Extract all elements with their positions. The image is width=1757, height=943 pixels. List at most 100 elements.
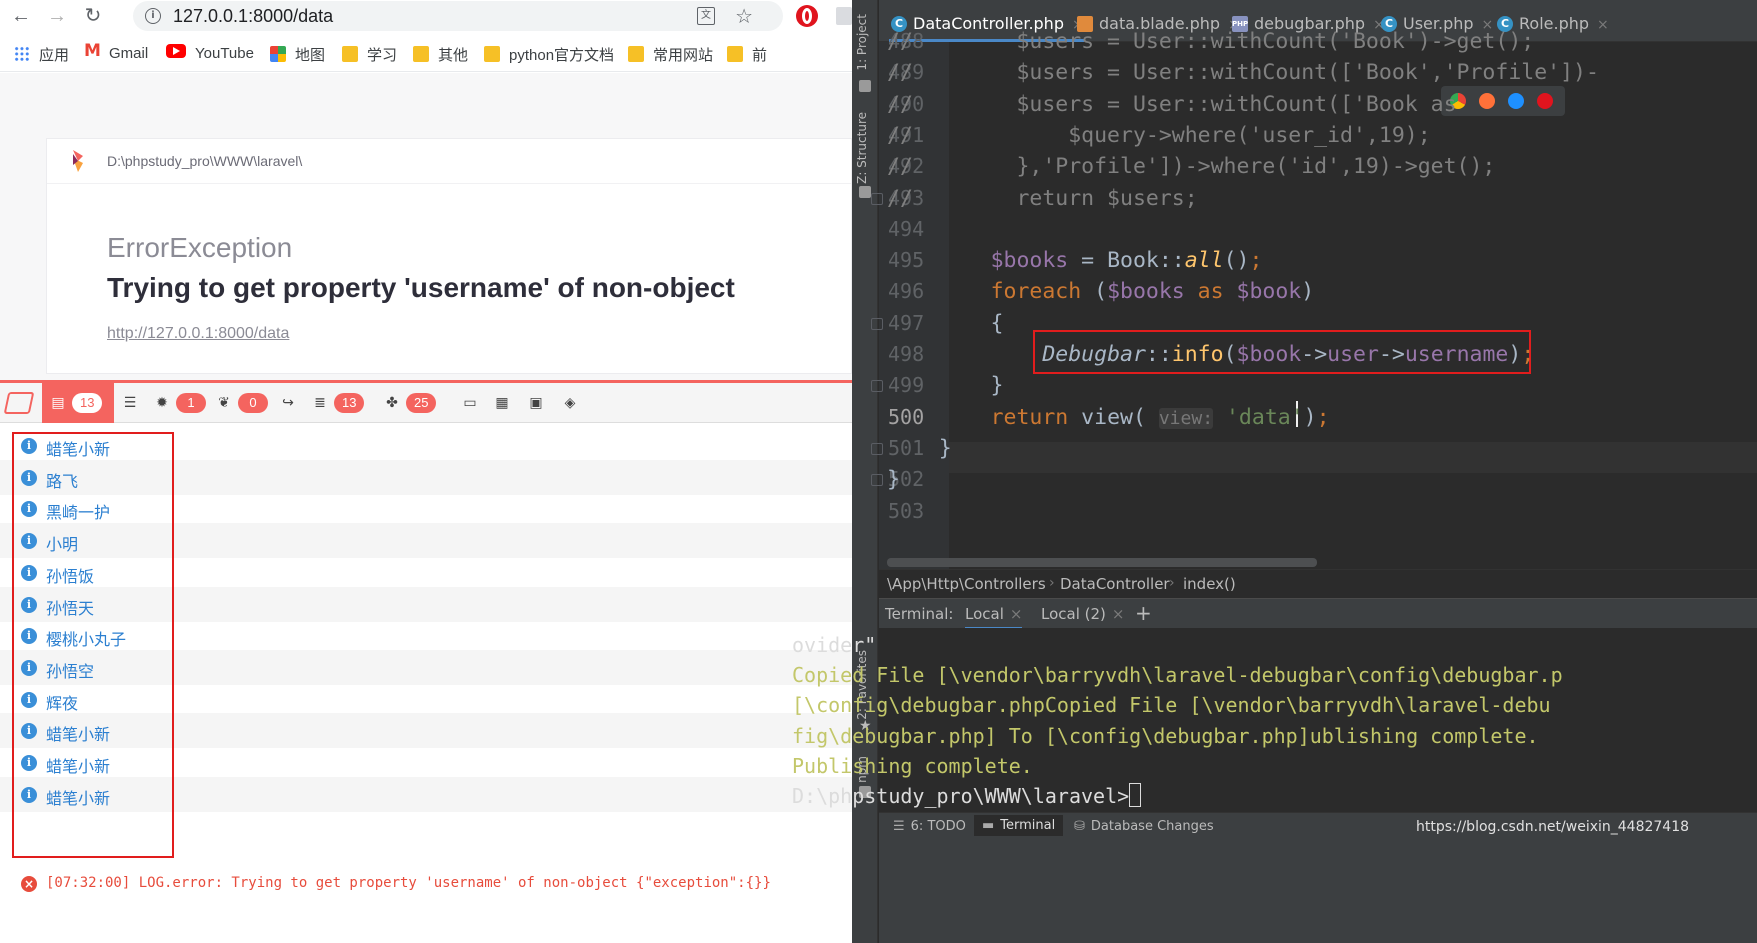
ignition-logo-icon [73, 150, 83, 172]
back-arrow-icon[interactable]: ← [8, 3, 34, 29]
folder-icon [628, 46, 644, 62]
tab-request[interactable]: ▦ [486, 383, 518, 423]
terminal-tab-label: Local [965, 605, 1004, 623]
terminal-tab-local-2[interactable]: Local (2) × [1041, 605, 1124, 623]
fold-marker-icon[interactable] [871, 192, 883, 205]
breadcrumb-namespace[interactable]: \App\Http\Controllers [887, 575, 1046, 593]
side-tab-structure[interactable]: Z: Structure [855, 112, 869, 184]
tab-mails[interactable]: ▭ [454, 383, 486, 423]
code-token: $books [990, 248, 1069, 274]
bookmark-label: 前 [752, 47, 768, 64]
bookmark-label: YouTube [195, 45, 254, 62]
close-icon[interactable]: × [1112, 605, 1125, 623]
terminal-tab-local[interactable]: Local × [965, 605, 1023, 630]
bookmark-youtube[interactable]: YouTube [166, 44, 254, 64]
code-line: // return $users; [887, 183, 1198, 214]
bookmark-folder-python[interactable]: python官方文档 [484, 44, 614, 64]
code-token: -> [1378, 342, 1405, 367]
code-token: info [1171, 342, 1224, 367]
debugbar-toolbar: ▤ 13 ☰ ✹ 1 ❦ 0 ↪ ≣ 13 ✤ 25 ▭ ▦ ▣ ◈ [0, 383, 852, 423]
bookmark-folder-other[interactable]: 其他 [413, 44, 468, 64]
tab-exceptions[interactable]: ✹ 1 [146, 383, 214, 423]
chevron-right-icon: › [1169, 575, 1175, 591]
bookmark-maps[interactable]: 地图 [270, 44, 325, 64]
bookmarks-bar: 应用 Gmail YouTube 地图 学习 其他 python官方文档 常用网… [0, 34, 852, 72]
horizontal-scrollbar[interactable] [887, 558, 1317, 567]
terminal-text: ovider" [792, 633, 877, 657]
code-token: ) [1303, 404, 1317, 430]
forward-arrow-icon[interactable]: → [44, 3, 70, 29]
code-token: $book [1236, 279, 1302, 305]
code-token: -> [1301, 342, 1328, 367]
database-icon: ⛁ [1074, 819, 1085, 834]
code-breadcrumb: \App\Http\Controllers › DataController ›… [879, 569, 1757, 598]
code-token: = Book:: [1068, 248, 1185, 274]
tab-tags[interactable]: ◈ [554, 383, 586, 423]
opera-icon[interactable] [1537, 93, 1553, 109]
firefox-icon[interactable] [1479, 93, 1495, 109]
code-line: // $users = User::withCount('Book')->get… [887, 26, 1534, 57]
database-changes-label: Database Changes [1090, 819, 1214, 834]
bookmark-apps[interactable]: 应用 [14, 44, 69, 64]
highlight-box-messages [12, 432, 174, 858]
code-line: // $query->where('user_id',19); [887, 120, 1431, 151]
bookmark-label: 应用 [39, 47, 70, 64]
opera-extension-icon[interactable] [796, 5, 818, 27]
tab-messages[interactable]: ▤ 13 [42, 383, 114, 423]
new-terminal-button[interactable]: + [1135, 601, 1152, 625]
laravel-logo-icon[interactable] [3, 392, 35, 414]
fold-marker-icon[interactable] [871, 317, 883, 330]
translate-icon[interactable]: 文 [697, 7, 715, 25]
todo-tool-button[interactable]: ☰ 6: TODO [893, 819, 966, 834]
code-token: } [887, 435, 952, 461]
code-token: $users = User::withCount(['Book','Profil… [912, 60, 1599, 86]
bookmark-gmail[interactable]: Gmail [84, 41, 148, 64]
exceptions-badge: 1 [176, 393, 206, 413]
close-icon[interactable]: × [1010, 605, 1023, 623]
tab-session[interactable]: ▣ [520, 383, 552, 423]
bookmark-folder-common[interactable]: 常用网站 [628, 44, 713, 64]
fold-marker-icon[interactable] [871, 442, 883, 455]
terminal-tool-button[interactable]: ▬ Terminal [974, 815, 1064, 836]
fold-marker-icon[interactable] [871, 380, 883, 393]
extension-icon[interactable] [836, 7, 852, 25]
tab-route[interactable]: ↪ [272, 383, 304, 423]
request-icon: ▦ [495, 395, 509, 411]
models-badge: 25 [406, 393, 437, 413]
address-url[interactable]: 127.0.0.1:8000/data [173, 6, 333, 27]
bookmark-folder-more[interactable]: 前 [727, 44, 767, 64]
maps-icon [270, 46, 286, 62]
close-icon[interactable]: × [1597, 17, 1609, 33]
code-token: ; [1249, 248, 1263, 274]
fold-marker-icon[interactable] [871, 474, 883, 487]
messages-icon: ▤ [51, 395, 65, 411]
address-bar[interactable]: i 127.0.0.1:8000/data 文 ☆ [133, 1, 783, 31]
code-token: $books [1107, 279, 1185, 305]
project-path: D:\phpstudy_pro\WWW\laravel\ [107, 153, 303, 169]
side-tab-project[interactable]: 1: Project [855, 14, 869, 71]
code-line: } [887, 464, 900, 495]
database-changes-tool-button[interactable]: ⛁ Database Changes [1074, 819, 1214, 834]
tab-timeline[interactable]: ☰ [114, 383, 146, 423]
code-token: user [1327, 342, 1379, 367]
tab-models[interactable]: ✤ 25 [376, 383, 444, 423]
code-token: ; [1521, 342, 1535, 367]
site-info-icon[interactable]: i [145, 8, 161, 24]
folder-icon [413, 46, 429, 62]
tab-queries[interactable]: ≣ 13 [304, 383, 372, 423]
code-token: foreach [990, 279, 1082, 305]
reload-icon[interactable]: ↻ [80, 3, 106, 29]
code-token: $query->where('user_id',19); [912, 122, 1431, 148]
tab-views[interactable]: ❦ 0 [208, 383, 276, 423]
terminal-text: [\config\debugbar.php [792, 693, 1045, 718]
bookmark-folder-study[interactable]: 学习 [342, 44, 397, 64]
safari-icon[interactable] [1508, 93, 1524, 109]
structure-icon [859, 186, 871, 198]
error-url-link[interactable]: http://127.0.0.1:8000/data [107, 325, 289, 343]
code-line: // $users = User::withCount(['Book as [887, 89, 1457, 120]
chevron-right-icon: › [1049, 575, 1055, 591]
breadcrumb-method[interactable]: index() [1183, 575, 1236, 593]
breadcrumb-class[interactable]: DataController [1060, 575, 1170, 593]
bookmark-star-icon[interactable]: ☆ [735, 4, 753, 29]
